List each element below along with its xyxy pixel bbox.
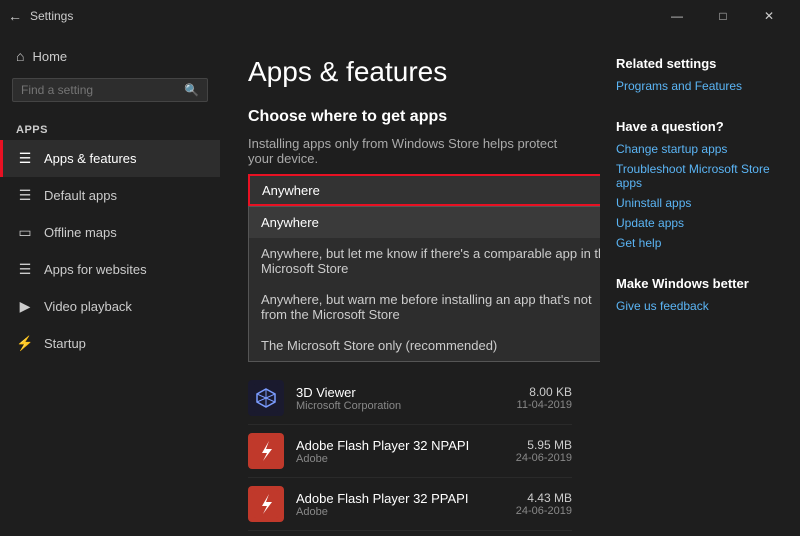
app-date-3dviewer: 11-04-2019 [517,399,572,411]
3d-viewer-svg [252,384,280,412]
app-meta-flash-ppapi: 4.43 MB 24-06-2019 [516,491,572,517]
dropdown-selected-text: Anywhere [262,183,320,198]
update-apps-link[interactable]: Update apps [616,216,784,230]
sidebar-item-default-apps[interactable]: ☰ Default apps [0,177,220,214]
troubleshoot-store-link[interactable]: Troubleshoot Microsoft Store apps [616,162,784,190]
sidebar-item-label-startup: Startup [44,336,86,351]
app-publisher-3dviewer: Microsoft Corporation [296,400,505,412]
sidebar-back[interactable]: ⌂ Home [0,40,220,72]
app-info-3dviewer: 3D Viewer Microsoft Corporation [296,385,505,412]
related-settings-title: Related settings [616,56,784,71]
app-date-flash-ppapi: 24-06-2019 [516,505,572,517]
uninstall-apps-link[interactable]: Uninstall apps [616,196,784,210]
app-icon-flash-npapi [248,433,284,469]
back-icon: ⌂ [16,48,24,64]
app-size-flash-ppapi: 4.43 MB [516,491,572,505]
app-date-flash-npapi: 24-06-2019 [516,452,572,464]
sidebar-item-startup[interactable]: ⚡ Startup [0,325,220,362]
app-item-flash-ppapi[interactable]: Adobe Flash Player 32 PPAPI Adobe 4.43 M… [248,478,572,531]
minimize-button[interactable]: — [654,0,700,32]
maximize-button[interactable]: □ [700,0,746,32]
sidebar-item-apps-websites[interactable]: ☰ Apps for websites [0,251,220,288]
sidebar-section-label: Apps [0,114,220,140]
right-panel: Related settings Programs and Features H… [600,32,800,536]
give-feedback-link[interactable]: Give us feedback [616,299,784,313]
content-area: Apps & features Choose where to get apps… [220,32,600,536]
sidebar-item-label-offline-maps: Offline maps [44,225,117,240]
right-separator-2 [616,256,784,276]
get-apps-dropdown[interactable]: Anywhere ⌄ Anywhere Anywhere, but let me… [248,174,600,206]
dropdown-option-3[interactable]: The Microsoft Store only (recommended) [249,330,600,361]
app-meta-flash-npapi: 5.95 MB 24-06-2019 [516,438,572,464]
sidebar-item-apps-features[interactable]: ☰ Apps & features [0,140,220,177]
app-item-3dviewer[interactable]: 3D Viewer Microsoft Corporation 8.00 KB … [248,372,572,425]
dropdown-option-0[interactable]: Anywhere [249,207,600,238]
search-box: 🔍 [12,78,208,102]
offline-maps-icon: ▭ [16,224,34,241]
main-layout: ⌂ Home 🔍 Apps ☰ Apps & features ☰ Defaul… [0,32,800,536]
titlebar-title: Settings [30,9,654,23]
choose-title: Choose where to get apps [248,108,572,126]
app-meta-3dviewer: 8.00 KB 11-04-2019 [517,385,572,411]
change-startup-link[interactable]: Change startup apps [616,142,784,156]
app-list: 3D Viewer Microsoft Corporation 8.00 KB … [248,372,572,536]
close-button[interactable]: ✕ [746,0,792,32]
app-name-flash-ppapi: Adobe Flash Player 32 PPAPI [296,491,504,506]
app-item-flash-npapi[interactable]: Adobe Flash Player 32 NPAPI Adobe 5.95 M… [248,425,572,478]
default-apps-icon: ☰ [16,187,34,204]
search-input[interactable] [21,83,184,97]
startup-icon: ⚡ [16,335,34,352]
app-publisher-flash-ppapi: Adobe [296,506,504,518]
sidebar-item-label-apps-features: Apps & features [44,151,137,166]
dropdown-option-1[interactable]: Anywhere, but let me know if there's a c… [249,238,600,284]
sidebar-item-label-apps-websites: Apps for websites [44,262,147,277]
dropdown-option-2[interactable]: Anywhere, but warn me before installing … [249,284,600,330]
app-name-3dviewer: 3D Viewer [296,385,505,400]
page-title: Apps & features [248,56,572,88]
dropdown-selected[interactable]: Anywhere ⌄ [248,174,600,206]
app-name-flash-npapi: Adobe Flash Player 32 NPAPI [296,438,504,453]
make-better-title: Make Windows better [616,276,784,291]
app-item-adv-disk[interactable]: Advanced Disk Recovery 154 MB 21-06-2019 [248,531,572,536]
app-publisher-flash-npapi: Adobe [296,453,504,465]
apps-websites-icon: ☰ [16,261,34,278]
sidebar-item-label-default-apps: Default apps [44,188,117,203]
sidebar: ⌂ Home 🔍 Apps ☰ Apps & features ☰ Defaul… [0,32,220,536]
dropdown-menu: Anywhere Anywhere, but let me know if th… [248,206,600,362]
right-separator-1 [616,99,784,119]
app-info-flash-ppapi: Adobe Flash Player 32 PPAPI Adobe [296,491,504,518]
titlebar-back-icon: ← [8,8,22,24]
video-playback-icon: ▶ [16,298,34,315]
app-size-flash-npapi: 5.95 MB [516,438,572,452]
get-help-link[interactable]: Get help [616,236,784,250]
sidebar-item-video-playback[interactable]: ▶ Video playback [0,288,220,325]
search-icon: 🔍 [184,83,199,97]
question-title: Have a question? [616,119,784,134]
choose-subtitle: Installing apps only from Windows Store … [248,136,572,166]
sidebar-item-offline-maps[interactable]: ▭ Offline maps [0,214,220,251]
app-size-3dviewer: 8.00 KB [517,385,572,399]
app-icon-flash-ppapi [248,486,284,522]
flash-npapi-svg [252,437,280,465]
app-info-flash-npapi: Adobe Flash Player 32 NPAPI Adobe [296,438,504,465]
app-icon-3dviewer [248,380,284,416]
apps-features-icon: ☰ [16,150,34,167]
sidebar-home-label: Home [32,49,67,64]
flash-ppapi-svg [252,490,280,518]
sidebar-item-label-video-playback: Video playback [44,299,132,314]
titlebar: ← Settings — □ ✕ [0,0,800,32]
titlebar-controls: — □ ✕ [654,0,792,32]
programs-features-link[interactable]: Programs and Features [616,79,784,93]
